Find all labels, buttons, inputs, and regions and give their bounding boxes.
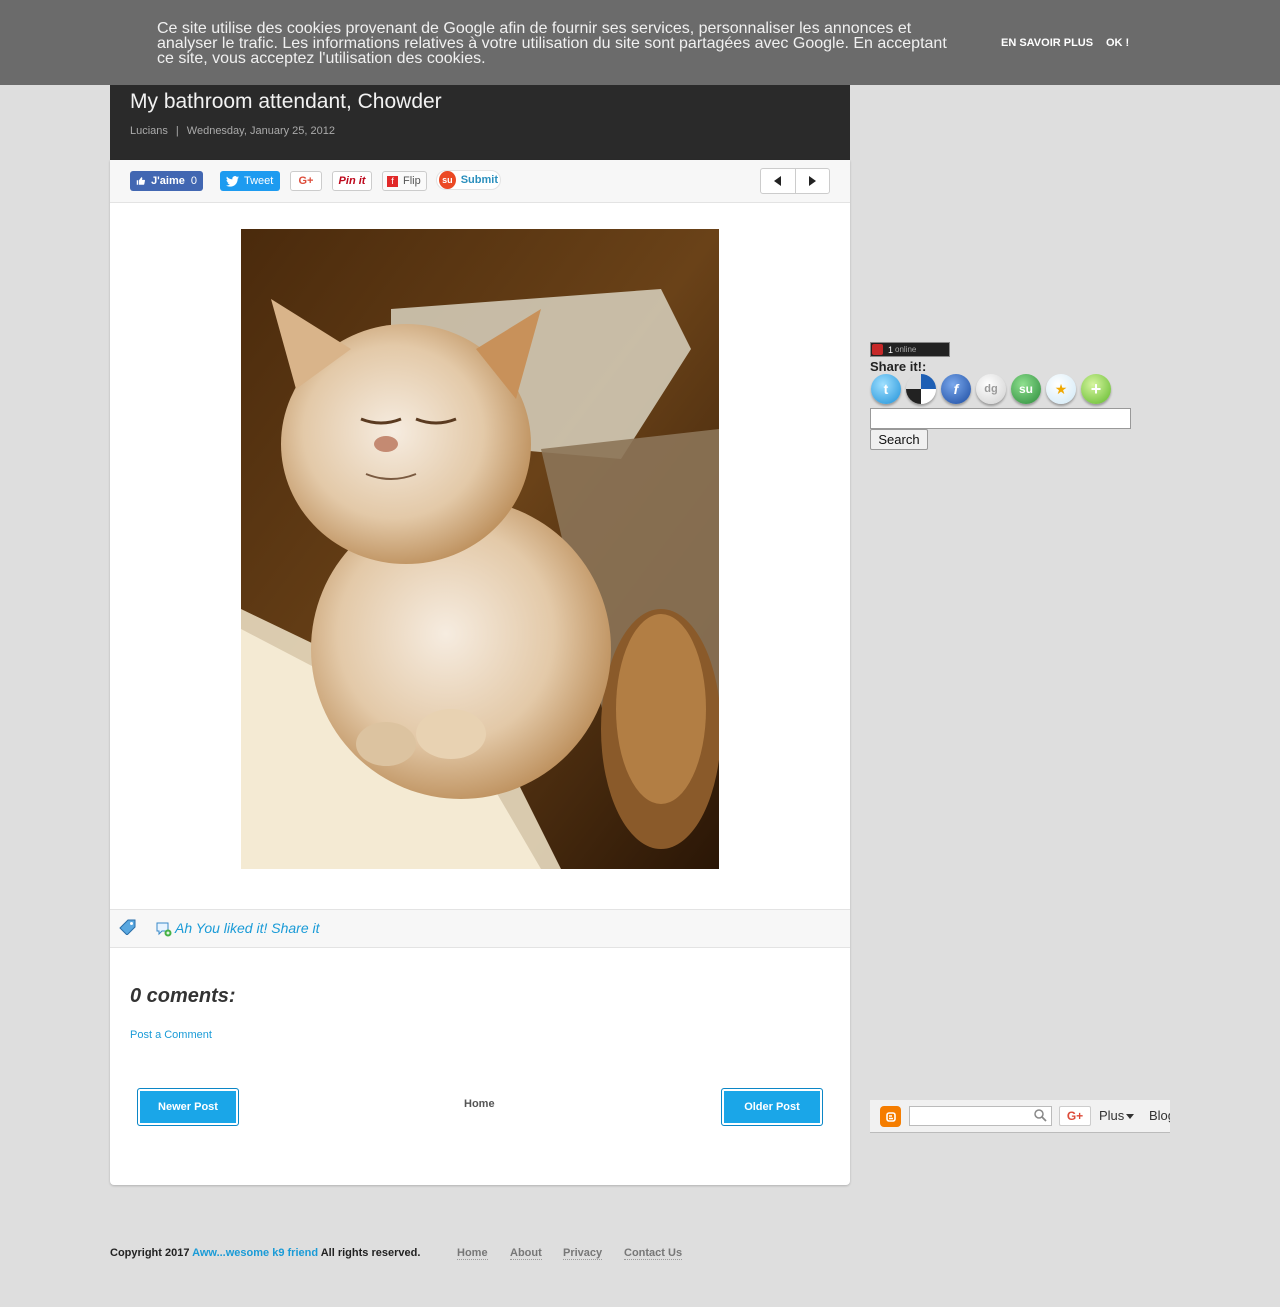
search-icon (1034, 1109, 1047, 1122)
facebook-like-button[interactable]: J'aime 0 (130, 171, 203, 191)
facebook-icon[interactable]: f (941, 374, 971, 404)
navbar-blog-link[interactable]: Blog (1149, 1108, 1170, 1123)
cat-photo (241, 229, 719, 869)
copyright-prefix: Copyright 2017 (110, 1247, 190, 1259)
footer-copyright: Copyright 2017 Aww...wesome k9 friend Al… (110, 1247, 420, 1259)
previous-post-arrow[interactable] (761, 169, 795, 193)
share-it-heading: Share it!: (870, 359, 927, 374)
online-count: 1 (888, 344, 894, 355)
next-post-arrow[interactable] (794, 169, 830, 193)
footer-link-contact[interactable]: Contact Us (624, 1247, 683, 1260)
search-button[interactable]: Search (870, 429, 928, 450)
delicious-icon[interactable] (906, 374, 936, 404)
tweet-label: Tweet (244, 175, 274, 187)
google-plus-button[interactable]: G+ (290, 171, 322, 191)
navbar-more-label: Plus (1099, 1108, 1125, 1123)
stumbleupon-icon: su (439, 171, 456, 189)
footer-link-about[interactable]: About (510, 1247, 542, 1260)
twitter-bird-icon (226, 175, 239, 187)
post-navigation-arrows (760, 168, 830, 194)
post-author[interactable]: Lucians (130, 125, 168, 137)
newer-post-button[interactable]: Newer Post (137, 1088, 239, 1126)
facebook-like-label: J'aime (151, 175, 185, 187)
navbar-google-plus-button[interactable]: G+ (1059, 1106, 1091, 1126)
flipboard-button[interactable]: f Flip (382, 171, 427, 191)
footer-link-privacy[interactable]: Privacy (563, 1247, 603, 1260)
flip-label: Flip (403, 175, 421, 187)
caret-down-icon (1126, 1114, 1135, 1120)
comments-heading: 0 coments: (130, 985, 236, 1007)
favorites-icon[interactable]: ★ (1046, 374, 1076, 404)
meta-separator: | (175, 125, 179, 137)
navbar-more-menu[interactable]: Plus (1099, 1108, 1135, 1123)
online-icon (872, 344, 883, 355)
post-meta: Lucians | Wednesday, January 25, 2012 (130, 125, 335, 137)
learn-more-button[interactable]: EN SAVOIR PLUS (1001, 37, 1093, 49)
stumbleupon-icon[interactable]: su (1011, 374, 1041, 404)
arrow-left-icon (773, 176, 781, 186)
thumbs-up-icon (136, 177, 145, 185)
share-it-link[interactable]: Ah You liked it! Share it (175, 920, 320, 936)
site-name-link[interactable]: Aww...wesome k9 friend (192, 1247, 318, 1259)
older-post-button[interactable]: Older Post (721, 1088, 823, 1126)
blogger-icon[interactable] (880, 1106, 901, 1127)
pinterest-pin-button[interactable]: Pin it (332, 171, 372, 191)
rights-text: All rights reserved. (320, 1247, 421, 1259)
tag-icon (119, 919, 136, 935)
post-title: My bathroom attendant, Chowder (130, 90, 442, 113)
blogger-b-icon (885, 1111, 896, 1122)
stumbleupon-submit-button[interactable]: su Submit (436, 170, 501, 190)
navbar-search-input[interactable] (909, 1106, 1052, 1126)
share-comment-icon (156, 922, 172, 937)
twitter-icon[interactable]: t (871, 374, 901, 404)
online-counter-widget[interactable]: 1 online (870, 342, 950, 357)
post-comment-link[interactable]: Post a Comment (130, 1029, 212, 1041)
cookie-notice-text: Ce site utilise des cookies provenant de… (157, 20, 947, 67)
online-label: online (895, 345, 917, 354)
cookie-ok-button[interactable]: OK ! (1106, 37, 1129, 49)
submit-label: Submit (460, 174, 498, 186)
digg-icon[interactable]: dg (976, 374, 1006, 404)
home-link[interactable]: Home (464, 1098, 495, 1110)
more-icon[interactable]: + (1081, 374, 1111, 404)
facebook-like-count: 0 (190, 175, 197, 187)
search-input[interactable] (870, 408, 1131, 429)
tweet-button[interactable]: Tweet (220, 171, 280, 191)
flipboard-icon: f (387, 175, 398, 187)
post-date: Wednesday, January 25, 2012 (186, 125, 335, 137)
arrow-right-icon (809, 176, 817, 186)
footer-link-home[interactable]: Home (457, 1247, 488, 1260)
